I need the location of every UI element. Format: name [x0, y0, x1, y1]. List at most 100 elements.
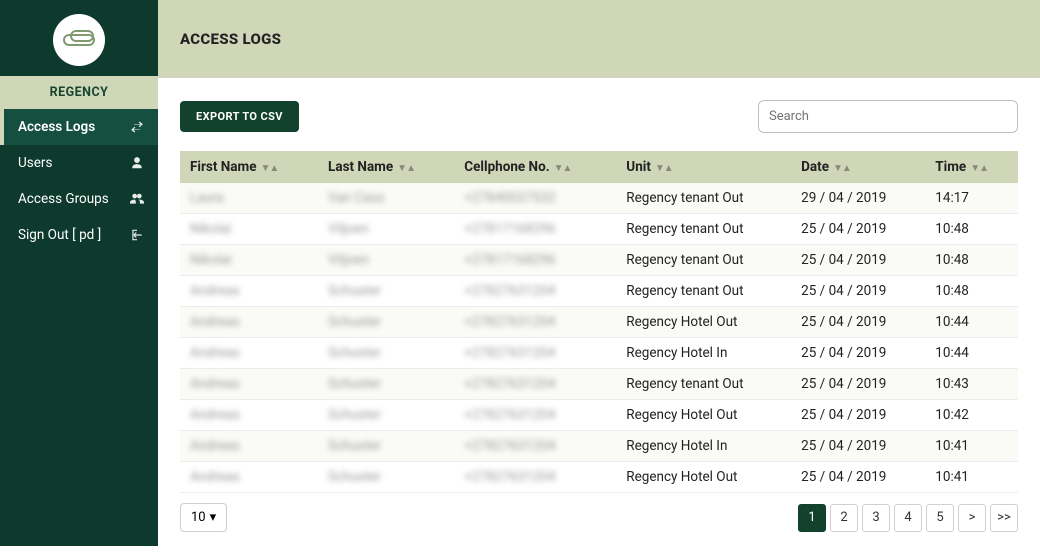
- table-footer: 10 ▾ 12345>>>: [180, 503, 1018, 532]
- cell-time: 10:48: [925, 214, 1018, 245]
- cell-time: 10:44: [925, 307, 1018, 338]
- cell-date: 25 / 04 / 2019: [791, 307, 925, 338]
- cell-phone: +27827631204: [454, 338, 616, 369]
- sidebar-nav: Access Logs Users Access Groups Sign Out [ …: [0, 109, 158, 253]
- access-logs-table: First Name ▼▲ Last Name ▼▲ Cellphone No. ▼▲ Un…: [180, 151, 1018, 493]
- sidebar-item-sign-out-pd[interactable]: Sign Out [ pd ]: [0, 217, 158, 253]
- cell-time: 10:44: [925, 338, 1018, 369]
- logo-wrap: [0, 0, 158, 76]
- content: EXPORT TO CSV First Name▼▲Last Name▼▲Cel…: [158, 78, 1040, 554]
- sidebar-item-label: Access Groups: [18, 191, 109, 207]
- cell-date: 25 / 04 / 2019: [791, 369, 925, 400]
- logo-glyph-icon: [63, 30, 95, 50]
- cell-unit: Regency Hotel Out: [616, 307, 791, 338]
- page-size-select[interactable]: 10 ▾: [180, 503, 227, 532]
- sidebar-item-label: Users: [18, 155, 52, 171]
- group-icon: [130, 192, 144, 206]
- sort-icon: ▼▲: [397, 163, 415, 174]
- col-time[interactable]: Time ▼▲: [925, 151, 1018, 183]
- table-row: AndreasSchuster+27827631204Regency Hotel…: [180, 400, 1018, 431]
- pager: 12345>>>: [798, 504, 1018, 532]
- cell-phone: +27827631204: [454, 400, 616, 431]
- cell-first-name: Nikolai: [180, 214, 318, 245]
- col-first-name[interactable]: First Name ▼▲: [180, 151, 318, 183]
- cell-phone: +27817168296: [454, 214, 616, 245]
- cell-phone: +27827631204: [454, 307, 616, 338]
- sort-icon: ▼▲: [261, 163, 279, 174]
- table-body: LauraVan Cass+27840037532Regency tenant …: [180, 183, 1018, 493]
- col-date[interactable]: Date▼▲: [791, 151, 925, 183]
- cell-first-name: Andreas: [180, 307, 318, 338]
- cell-unit: Regency Hotel Out: [616, 400, 791, 431]
- page-4[interactable]: 4: [894, 504, 922, 532]
- cell-phone: +27827631204: [454, 431, 616, 462]
- col-unit[interactable]: Unit▼▲: [616, 151, 791, 183]
- cell-first-name: Laura: [180, 183, 318, 214]
- cell-phone: +27840037532: [454, 183, 616, 214]
- caret-down-icon: ▾: [210, 510, 217, 525]
- cell-last-name: Viljoen: [318, 214, 454, 245]
- cell-last-name: Schuster: [318, 431, 454, 462]
- cell-unit: Regency tenant Out: [616, 369, 791, 400]
- cell-first-name: Nikolai: [180, 245, 318, 276]
- export-csv-button[interactable]: EXPORT TO CSV: [180, 101, 299, 132]
- page-1[interactable]: 1: [798, 504, 826, 532]
- sort-icon: ▼▲: [970, 163, 988, 174]
- person-icon: [130, 156, 144, 170]
- cell-phone: +27827631204: [454, 276, 616, 307]
- cell-phone: +27827631204: [454, 369, 616, 400]
- table-row: AndreasSchuster+27827631204Regency Hotel…: [180, 307, 1018, 338]
- table-row: AndreasSchuster+27827631204Regency Hotel…: [180, 462, 1018, 493]
- cell-unit: Regency tenant Out: [616, 245, 791, 276]
- cell-first-name: Andreas: [180, 276, 318, 307]
- toolbar: EXPORT TO CSV: [180, 100, 1018, 133]
- table-row: AndreasSchuster+27827631204Regency Hotel…: [180, 338, 1018, 369]
- cell-time: 10:42: [925, 400, 1018, 431]
- sidebar-item-access-logs[interactable]: Access Logs: [0, 109, 158, 145]
- table-row: AndreasSchuster+27827631204Regency tenan…: [180, 276, 1018, 307]
- page-title: ACCESS LOGS: [180, 30, 1018, 48]
- sort-icon: ▼▲: [554, 163, 572, 174]
- cell-unit: Regency tenant Out: [616, 214, 791, 245]
- table-row: AndreasSchuster+27827631204Regency tenan…: [180, 369, 1018, 400]
- cell-date: 25 / 04 / 2019: [791, 431, 925, 462]
- page-next[interactable]: >: [958, 504, 986, 532]
- cell-first-name: Andreas: [180, 462, 318, 493]
- cell-last-name: Schuster: [318, 338, 454, 369]
- col-label: First Name: [190, 159, 257, 175]
- sidebar: REGENCY Access LogsUsersAccess GroupsSig…: [0, 0, 158, 546]
- cell-unit: Regency tenant Out: [616, 276, 791, 307]
- table-row: AndreasSchuster+27827631204Regency Hotel…: [180, 431, 1018, 462]
- page-5[interactable]: 5: [926, 504, 954, 532]
- page-size-value: 10: [191, 510, 206, 525]
- cell-first-name: Andreas: [180, 400, 318, 431]
- cell-last-name: Viljoen: [318, 245, 454, 276]
- col-last-name[interactable]: Last Name ▼▲: [318, 151, 454, 183]
- sidebar-item-access-groups[interactable]: Access Groups: [0, 181, 158, 217]
- page-last[interactable]: >>: [990, 504, 1018, 532]
- cell-last-name: Schuster: [318, 462, 454, 493]
- cell-phone: +27827631204: [454, 462, 616, 493]
- page-2[interactable]: 2: [830, 504, 858, 532]
- cell-date: 29 / 04 / 2019: [791, 183, 925, 214]
- search-input[interactable]: [758, 100, 1018, 133]
- cell-date: 25 / 04 / 2019: [791, 245, 925, 276]
- sort-icon: ▼▲: [833, 163, 851, 174]
- col-label: Cellphone No.: [464, 159, 549, 175]
- col-cellphone-no[interactable]: Cellphone No. ▼▲: [454, 151, 616, 183]
- table-row: NikolaiViljoen+27817168296Regency tenant…: [180, 214, 1018, 245]
- cell-date: 25 / 04 / 2019: [791, 338, 925, 369]
- cell-date: 25 / 04 / 2019: [791, 214, 925, 245]
- sidebar-item-label: Sign Out [ pd ]: [18, 227, 101, 243]
- cell-first-name: Andreas: [180, 338, 318, 369]
- col-label: Time: [935, 159, 966, 175]
- col-label: Last Name: [328, 159, 393, 175]
- cell-first-name: Andreas: [180, 369, 318, 400]
- signout-icon: [130, 228, 144, 242]
- cell-time: 10:48: [925, 245, 1018, 276]
- cell-time: 10:43: [925, 369, 1018, 400]
- sidebar-item-users[interactable]: Users: [0, 145, 158, 181]
- page-3[interactable]: 3: [862, 504, 890, 532]
- cell-last-name: Schuster: [318, 307, 454, 338]
- sidebar-item-label: Access Logs: [18, 119, 95, 135]
